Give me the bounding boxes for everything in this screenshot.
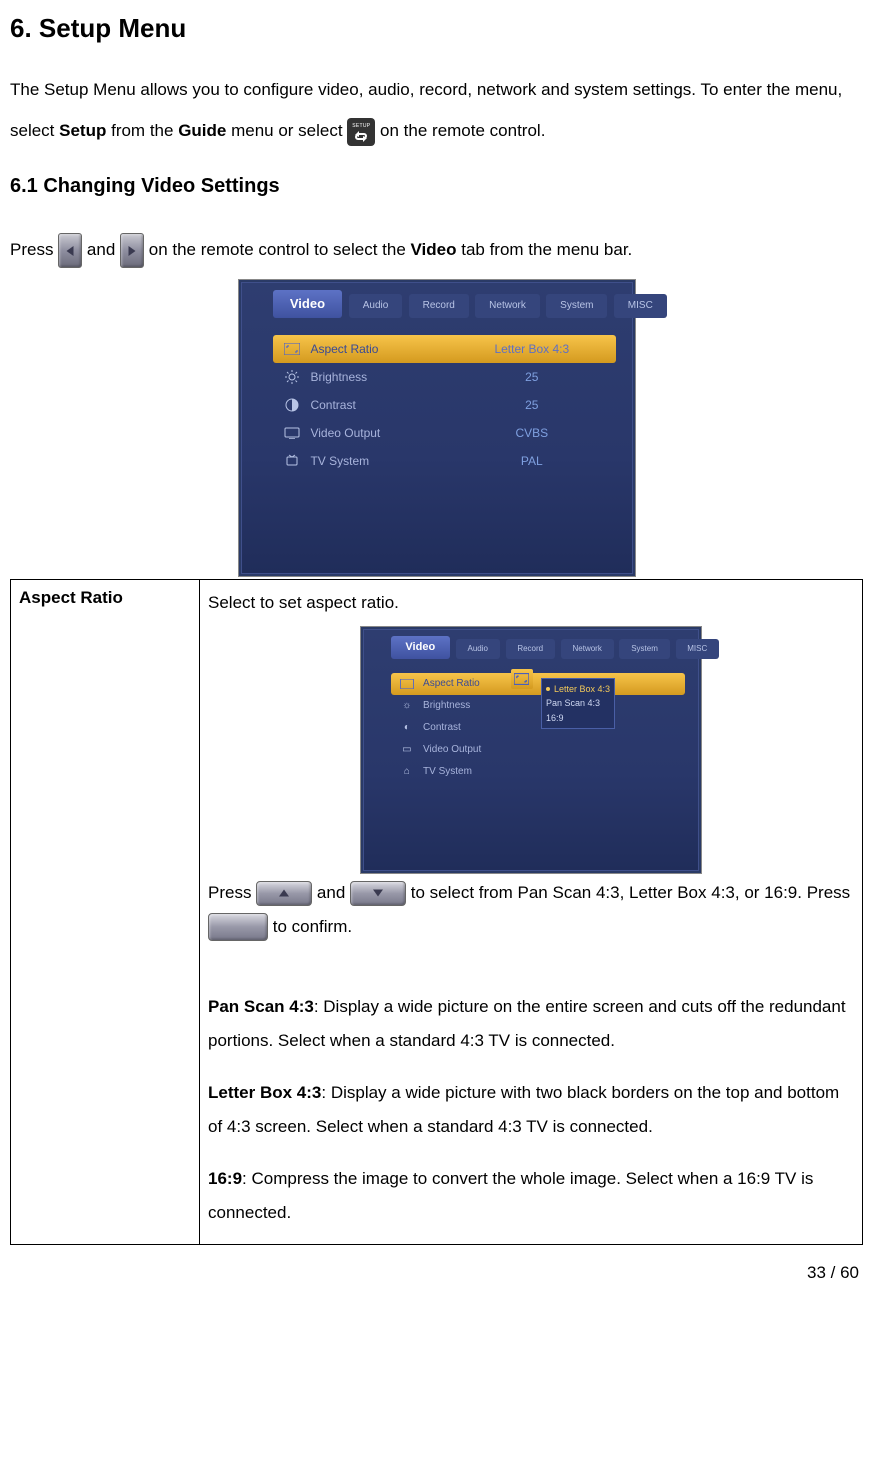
tab-misc: MISC <box>676 639 720 658</box>
row-video-output: ▭ Video Output <box>391 739 685 761</box>
tv-system-icon: ⌂ <box>391 762 423 782</box>
row-label: Video Output <box>310 425 447 442</box>
text: tab from the menu bar. <box>457 240 633 259</box>
tab-video: Video <box>391 636 450 659</box>
text: on the remote control to select the <box>149 240 411 259</box>
remote-right-icon <box>120 233 144 268</box>
brightness-icon <box>273 370 311 384</box>
row-contrast: ◐ Contrast <box>391 717 685 739</box>
tab-system: System <box>619 639 669 658</box>
row-label: Aspect Ratio <box>310 341 447 358</box>
tab-record: Record <box>409 294 469 317</box>
row-label: TV System <box>423 762 541 782</box>
text-bold: Setup <box>59 121 106 140</box>
sixteen-nine-desc: 16:9: Compress the image to convert the … <box>208 1162 854 1230</box>
aspect-ratio-screenshot: Video Audio Record Network System MISC A… <box>360 626 702 874</box>
row-tv-system: TV System PAL <box>273 447 616 475</box>
row-label: Brightness <box>423 696 541 716</box>
row-video-output: Video Output CVBS <box>273 419 616 447</box>
tab-audio: Audio <box>349 294 402 317</box>
popup-item: 16:9 <box>546 711 610 725</box>
contrast-icon <box>273 398 311 412</box>
text-bold: Guide <box>178 121 226 140</box>
row-label: Contrast <box>423 718 541 738</box>
aspect-popup: Letter Box 4:3 Pan Scan 4:3 16:9 <box>541 678 615 729</box>
menu-tabs: Video Audio Record Network System MISC <box>273 294 616 317</box>
video-output-icon: ▭ <box>391 740 423 760</box>
popup-item: Letter Box 4:3 <box>546 682 610 696</box>
press-instruction: Press and on the remote control to selec… <box>10 230 863 271</box>
row-brightness: Brightness 25 <box>273 363 616 391</box>
intro-paragraph: The Setup Menu allows you to configure v… <box>10 70 863 152</box>
tab-network: Network <box>561 639 614 658</box>
aspect-popup-icon <box>511 669 533 689</box>
tab-video: Video <box>273 290 342 318</box>
tab-audio: Audio <box>456 639 500 658</box>
pan-scan-desc: Pan Scan 4:3: Display a wide picture on … <box>208 990 854 1058</box>
heading-2: 6.1 Changing Video Settings <box>10 172 863 200</box>
tab-misc: MISC <box>614 294 666 317</box>
heading-1: 6. Setup Menu <box>10 10 863 46</box>
text-bold: Video <box>411 240 457 259</box>
row-label: Brightness <box>310 369 447 386</box>
row-brightness: ☼ Brightness <box>391 695 685 717</box>
aspect-ratio-table: Aspect Ratio Select to set aspect ratio.… <box>10 579 863 1245</box>
row-value: CVBS <box>448 425 616 442</box>
row-aspect-ratio: Aspect Ratio <box>391 673 685 695</box>
text: Select to set aspect ratio. <box>208 586 854 620</box>
row-label: Video Output <box>423 740 541 760</box>
remote-ok-icon <box>208 913 268 941</box>
row-value: 25 <box>448 369 616 386</box>
row-value: Letter Box 4:3 <box>448 341 616 358</box>
text: Press and to select from Pan Scan 4:3, L… <box>208 876 854 944</box>
text: menu or select <box>226 121 347 140</box>
row-value: 25 <box>448 397 616 414</box>
row-aspect-ratio: Aspect Ratio Letter Box 4:3 <box>273 335 616 363</box>
aspect-icon <box>273 343 311 355</box>
row-label: Contrast <box>310 397 447 414</box>
remote-down-icon <box>350 881 406 906</box>
tab-network: Network <box>475 294 539 317</box>
popup-item: Pan Scan 4:3 <box>546 696 610 710</box>
aspect-icon <box>391 679 423 689</box>
remote-left-icon <box>58 233 82 268</box>
row-tv-system: ⌂ TV System <box>391 761 685 783</box>
row-label: TV System <box>310 453 447 470</box>
page-number: 33 / 60 <box>10 1261 863 1285</box>
tab-system: System <box>546 294 607 317</box>
text: on the remote control. <box>380 121 545 140</box>
text: and <box>87 240 120 259</box>
menu-tabs: Video Audio Record Network System MISC <box>391 639 685 658</box>
tv-system-icon <box>273 454 311 468</box>
brightness-icon: ☼ <box>391 696 423 716</box>
letter-box-desc: Letter Box 4:3: Display a wide picture w… <box>208 1076 854 1144</box>
table-key: Aspect Ratio <box>11 579 200 1244</box>
row-contrast: Contrast 25 <box>273 391 616 419</box>
video-output-icon <box>273 427 311 439</box>
table-value-cell: Select to set aspect ratio. Video Audio … <box>200 579 863 1244</box>
remote-up-icon <box>256 881 312 906</box>
text: from the <box>106 121 178 140</box>
row-value: PAL <box>448 453 616 470</box>
text: Press <box>10 240 58 259</box>
contrast-icon: ◐ <box>391 718 423 738</box>
video-settings-screenshot: Video Audio Record Network System MISC A… <box>238 279 636 577</box>
setup-remote-icon <box>347 118 375 146</box>
tab-record: Record <box>506 639 555 658</box>
